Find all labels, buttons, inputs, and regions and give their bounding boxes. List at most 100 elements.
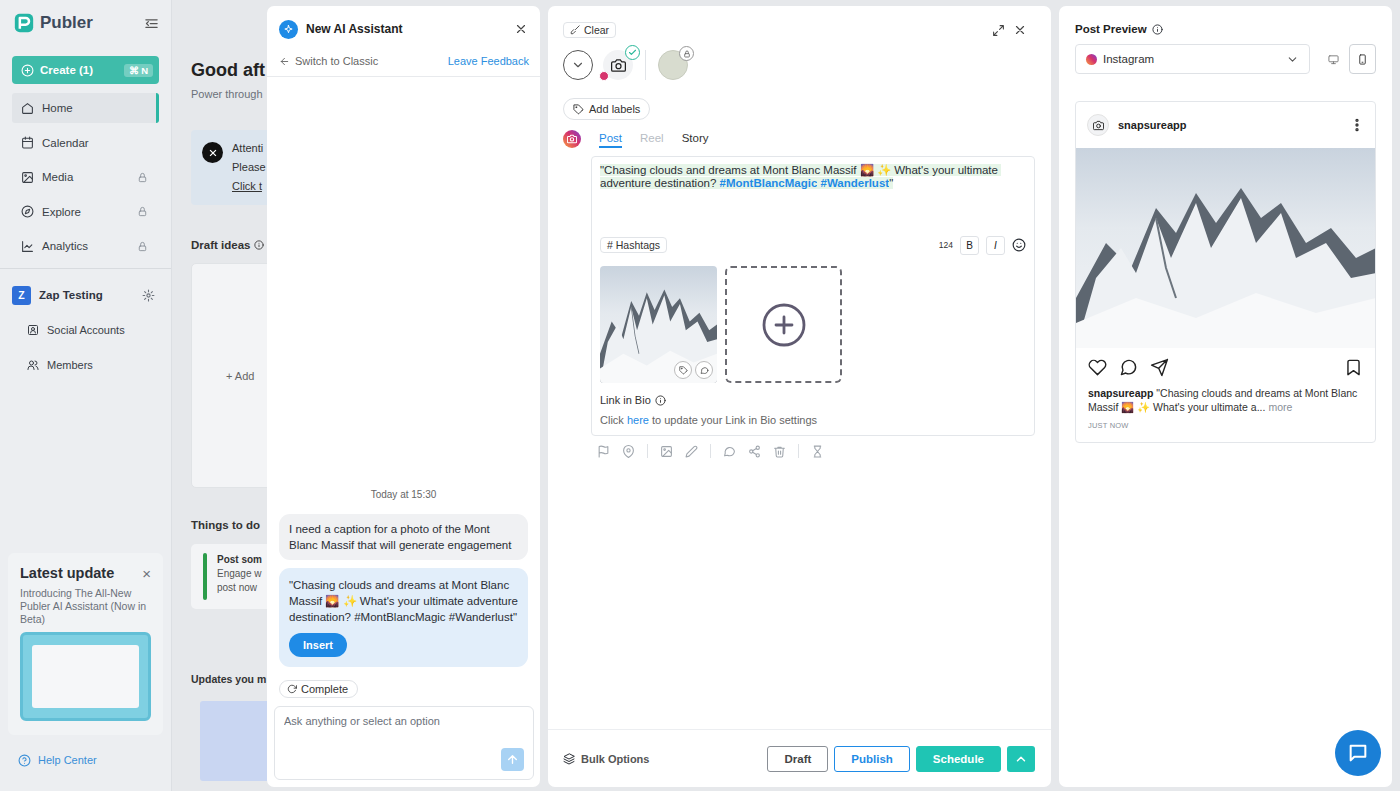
layers-icon[interactable] (563, 753, 575, 765)
link-in-bio-link[interactable]: here (627, 414, 649, 426)
caption-segment: " (889, 177, 893, 189)
account-avatar-icon (1087, 114, 1109, 136)
post-type-tab[interactable]: Post (599, 130, 622, 148)
device-button[interactable] (1320, 44, 1347, 74)
lock-icon (137, 206, 148, 217)
help-center-link[interactable]: Help Center (12, 735, 159, 785)
location-icon[interactable] (622, 445, 635, 458)
insert-button[interactable]: Insert (289, 633, 347, 657)
post-editor: "Chasing clouds and dreams at Mont Blanc… (591, 156, 1035, 436)
sidebar-item[interactable]: Explore (12, 197, 159, 227)
post-caption: snapsureapp"Chasing clouds and dreams at… (1076, 386, 1375, 414)
help-icon (18, 754, 31, 767)
refresh-icon (287, 684, 297, 694)
chat-input-box (274, 706, 534, 780)
caption-text[interactable]: "Chasing clouds and dreams at Mont Blanc… (600, 164, 1026, 235)
complete-chip[interactable]: Complete (279, 680, 358, 698)
assistant-header: New AI Assistant (267, 6, 540, 52)
character-count: 124 (939, 240, 953, 250)
emoji-icon[interactable] (1012, 238, 1026, 252)
publish-button[interactable]: Publish (834, 746, 910, 772)
add-labels-label: Add labels (589, 103, 640, 115)
banner-line[interactable]: Click t (232, 180, 266, 193)
tag-icon (573, 104, 584, 115)
todo-card[interactable]: Post somEngage wpost now (191, 544, 267, 609)
sidebar-item[interactable]: Home (12, 93, 159, 123)
account-avatar[interactable] (658, 50, 688, 80)
pencil-icon[interactable] (685, 445, 698, 458)
workspace-row[interactable]: ZZap Testing (12, 280, 159, 310)
post-type-tabs: PostReelStory (563, 129, 1035, 149)
chat-input[interactable] (284, 715, 524, 727)
banner-line: Attenti (232, 142, 266, 155)
create-button[interactable]: Create (1)⌘ N (12, 56, 159, 84)
close-button[interactable]: × (142, 566, 151, 581)
sparkle-icon (279, 20, 298, 39)
latest-update-title: Latest update (20, 565, 114, 581)
add-labels-button[interactable]: Add labels (563, 98, 650, 120)
support-chat-button[interactable] (1335, 730, 1381, 776)
account-avatar[interactable] (603, 50, 633, 80)
gear-icon[interactable] (142, 289, 155, 302)
clear-button[interactable]: Clear (563, 22, 616, 38)
tag-icon[interactable] (674, 361, 692, 379)
create-label: Create (1) (40, 64, 93, 76)
post-type-tab[interactable]: Story (682, 130, 709, 148)
logo[interactable]: Publer (12, 0, 159, 46)
more-link[interactable]: more (1268, 401, 1292, 413)
separator (710, 444, 711, 458)
bulk-options-button[interactable]: Bulk Options (581, 753, 649, 765)
switch-classic-link[interactable]: Switch to Classic (295, 55, 378, 67)
separator (647, 444, 648, 458)
send-icon[interactable] (1150, 358, 1169, 377)
expand-icon[interactable] (992, 24, 1005, 37)
flag-icon[interactable] (597, 445, 610, 458)
collapse-icon[interactable] (144, 16, 159, 31)
bold-button[interactable]: B (960, 236, 979, 255)
dashboard: Good aftPower throughAttentiPleaseClick … (172, 0, 267, 791)
bookmark-icon[interactable] (1344, 358, 1363, 377)
workspace-item[interactable]: Social Accounts (12, 315, 159, 345)
alt-text-icon[interactable] (695, 361, 713, 379)
comment-icon[interactable] (1119, 358, 1138, 377)
trash-icon[interactable] (773, 445, 786, 458)
update-thumbnail[interactable] (200, 701, 267, 781)
network-dropdown[interactable]: Instagram (1075, 44, 1310, 74)
sidebar-item[interactable]: Media (12, 162, 159, 192)
heart-icon[interactable] (1088, 358, 1107, 377)
schedule-button[interactable]: Schedule (916, 746, 1001, 772)
sidebar-item[interactable]: Calendar (12, 128, 159, 158)
arrow-left-icon[interactable] (279, 56, 290, 67)
draft-ideas-card[interactable]: + Add (191, 263, 267, 488)
media-thumbnail[interactable] (600, 266, 717, 383)
add-media-button[interactable] (725, 266, 842, 383)
updates-title: Updates you m (191, 673, 267, 685)
italic-button[interactable]: I (986, 236, 1005, 255)
editor-toolbar: # Hashtags 124 BI (600, 235, 1026, 255)
composer-footer: Bulk Options DraftPublishSchedule (548, 729, 1051, 787)
hourglass-icon[interactable] (811, 445, 824, 458)
chevron-down-icon[interactable] (563, 50, 593, 80)
tab-label: Story (682, 132, 709, 144)
logo-text: Publer (40, 13, 93, 33)
hashtags-button[interactable]: # Hashtags (600, 237, 667, 253)
chevron-up-icon[interactable] (1007, 746, 1035, 772)
caption-username: snapsureapp (1088, 387, 1153, 399)
comment-icon[interactable] (723, 445, 736, 458)
sidebar-item[interactable]: Analytics (12, 231, 159, 261)
close-icon[interactable] (514, 22, 528, 36)
sidebar: Publer Create (1)⌘ N Home Calendar Media Expl… (0, 0, 172, 791)
leave-feedback-link[interactable]: Leave Feedback (448, 55, 529, 67)
close-icon[interactable] (1013, 23, 1027, 37)
draft-button[interactable]: Draft (767, 746, 828, 772)
image-icon[interactable] (660, 445, 673, 458)
more-options-icon[interactable] (1349, 117, 1365, 133)
info-icon (254, 240, 264, 250)
latest-update-thumbnail[interactable] (20, 632, 151, 721)
post-composer: Clear Add labels PostReelStory "Chasing clo… (548, 6, 1051, 787)
workspace-item[interactable]: Members (12, 350, 159, 380)
device-button[interactable] (1349, 44, 1376, 74)
share-icon[interactable] (748, 445, 761, 458)
send-arrow-icon[interactable] (501, 748, 524, 771)
message-text: I need a caption for a photo of the Mont… (289, 521, 518, 553)
